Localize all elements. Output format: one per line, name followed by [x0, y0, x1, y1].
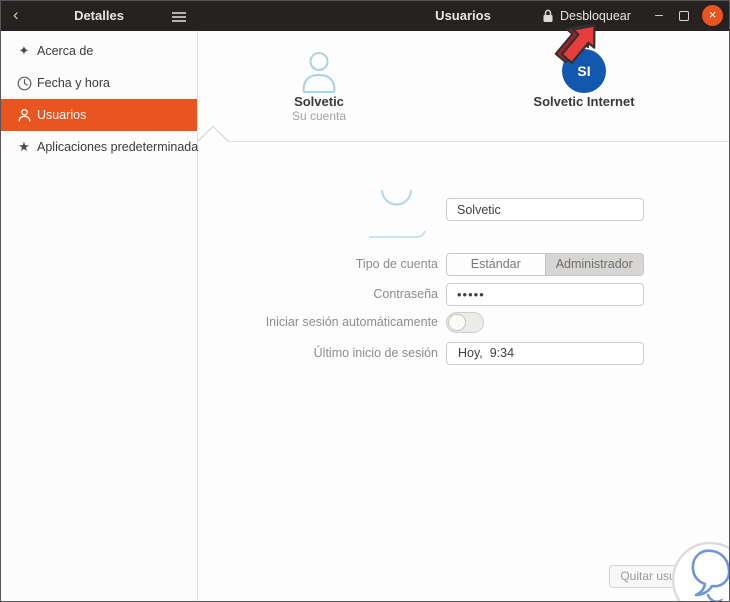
sidebar-item-label: Fecha y hora — [37, 76, 110, 90]
settings-sidebar: ✦ Acerca de Fecha y hora Usuarios ★ Apli… — [1, 31, 204, 601]
users-panel: Solvetic Su cuenta SI Solvetic Internet — [196, 24, 729, 601]
maximize-button[interactable] — [679, 11, 689, 21]
last-login-label: Último inicio de sesión — [313, 346, 438, 360]
user-avatar-icon — [297, 49, 341, 98]
user-name: Solvetic — [294, 94, 344, 109]
close-button[interactable]: × — [702, 5, 723, 26]
account-type-option-estandar[interactable]: Estándar — [447, 254, 545, 275]
minimize-button[interactable]: – — [649, 1, 669, 28]
sidebar-item-label: Aplicaciones predeterminadas — [37, 140, 205, 154]
sidebar-item-label: Acerca de — [37, 44, 94, 58]
star-icon: ★ — [18, 139, 30, 154]
password-label: Contraseña — [373, 287, 438, 301]
sidebar-item-label: Usuarios — [37, 108, 87, 122]
large-avatar-partial-icon[interactable] — [368, 186, 430, 249]
toggle-knob — [448, 314, 466, 331]
autologin-toggle[interactable] — [446, 312, 484, 333]
clock-icon — [14, 67, 34, 99]
sparkle-icon: ✦ — [18, 43, 30, 58]
sidebar-item-acerca-de[interactable]: ✦ Acerca de — [1, 35, 197, 67]
hamburger-lines — [172, 12, 186, 22]
hamburger-menu-icon[interactable] — [171, 10, 187, 28]
account-type-label: Tipo de cuenta — [355, 257, 438, 271]
user-name: Solvetic Internet — [533, 94, 635, 109]
autologin-label: Iniciar sesión automáticamente — [265, 315, 438, 329]
password-field[interactable] — [446, 283, 644, 306]
window-title: Detalles — [74, 8, 124, 23]
carousel-divider — [227, 141, 729, 142]
panel-title: Usuarios — [435, 8, 491, 23]
red-arrow-annotation-icon — [551, 14, 607, 72]
solvetic-watermark-icon — [666, 536, 729, 601]
account-type-option-administrador[interactable]: Administrador — [544, 254, 643, 275]
account-type-segmented-control: Estándar Administrador — [446, 253, 644, 276]
last-login-field[interactable]: Hoy, 9:34 — [446, 342, 644, 365]
sidebar-item-aplicaciones-predeterminadas[interactable]: ★ Aplicaciones predeterminadas — [1, 131, 204, 163]
fullname-input[interactable] — [446, 198, 644, 221]
sidebar-item-usuarios[interactable]: Usuarios — [1, 99, 197, 131]
sidebar-item-fecha-y-hora[interactable]: Fecha y hora — [1, 67, 197, 99]
user-subtitle: Su cuenta — [291, 109, 347, 123]
person-icon — [14, 99, 34, 131]
carousel-notch — [196, 125, 230, 143]
gnome-settings-window: ‹ Detalles Usuarios Desbloquear – × ✦ Ac… — [0, 0, 730, 602]
titlebar: ‹ Detalles Usuarios Desbloquear – × — [1, 1, 729, 31]
